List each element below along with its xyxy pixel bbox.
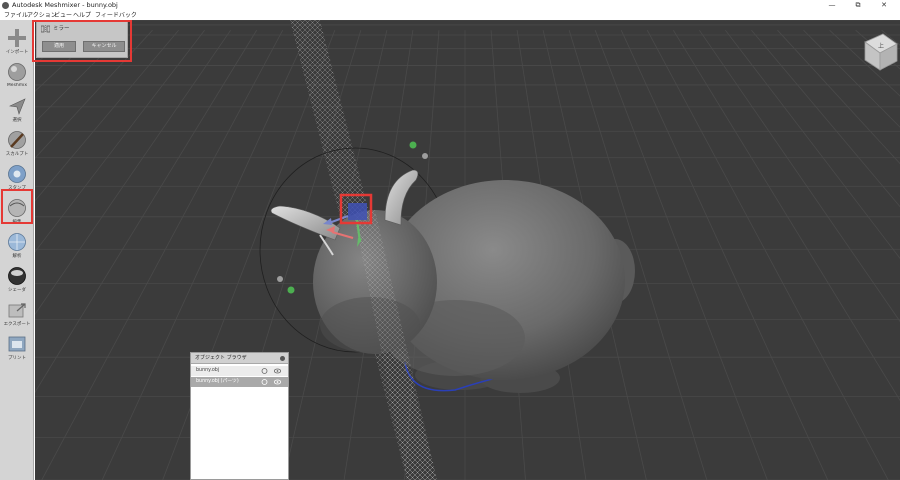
mirror-title: ミラー [53, 26, 70, 32]
sculpt-brush-icon [8, 131, 26, 149]
object-name: bunny.obj [196, 368, 220, 373]
tool-stamp[interactable]: スタンプ [1, 162, 33, 198]
object-browser-header: オブジェクト ブラウザ [191, 353, 288, 364]
tool-export[interactable]: エクスポート [1, 298, 33, 334]
window-title: Autodesk Meshmixer - bunny.obj [12, 1, 118, 9]
left-toolbar: インポート Meshmix 選択 スカルプト スタンプ 編集 解析 シェーダ エ… [0, 20, 34, 480]
tool-print-label: プリント [8, 356, 26, 361]
object-browser-title: オブジェクト ブラウザ [195, 355, 247, 361]
gizmo-handle-green-left[interactable] [287, 286, 295, 294]
tool-analysis[interactable]: 解析 [1, 230, 33, 266]
edit-sphere-icon [8, 199, 26, 217]
menu-actions[interactable]: アクション [27, 11, 57, 20]
tool-sculpt[interactable]: スカルプト [1, 128, 33, 164]
meshmix-sphere-icon [8, 63, 26, 81]
menu-help[interactable]: ヘルプ [73, 11, 91, 20]
print-icon [8, 336, 26, 352]
select-arrow-icon [8, 98, 26, 115]
object-row-bunny-part[interactable]: bunny.obj (パーツ) [191, 377, 288, 387]
menu-file[interactable]: ファイル [4, 11, 28, 20]
object-name: bunny.obj (パーツ) [196, 379, 239, 384]
tool-import-label: インポート [5, 50, 29, 55]
viewport-canvas[interactable]: 上 [35, 20, 900, 480]
plus-icon [8, 29, 26, 47]
mirror-icon [41, 25, 50, 33]
maximize-button[interactable]: ⧉ [846, 0, 870, 11]
analysis-sphere-icon [8, 233, 26, 251]
export-icon [8, 303, 26, 318]
3d-viewport[interactable]: 上 [35, 20, 900, 480]
apply-button[interactable]: 適用 [42, 41, 76, 52]
stamp-icon [8, 165, 26, 183]
tool-shader-label: シェーダ [8, 288, 26, 293]
cancel-button[interactable]: キャンセル [83, 41, 125, 52]
tool-import[interactable]: インポート [1, 26, 33, 62]
eye-icon[interactable] [274, 379, 281, 385]
menu-bar: ファイル アクション ビュー ヘルプ フィードバック [0, 11, 900, 20]
tool-meshmix-label: Meshmix [6, 83, 28, 88]
visibility-toggle-icon[interactable] [261, 368, 268, 374]
object-row-bunny[interactable]: bunny.obj [191, 366, 288, 376]
tool-sculpt-label: スカルプト [5, 152, 29, 157]
tool-edit[interactable]: 編集 [1, 196, 33, 232]
eye-icon[interactable] [274, 368, 281, 374]
visibility-toggle-icon[interactable] [261, 379, 268, 385]
minimize-button[interactable]: — [820, 0, 844, 11]
object-browser: オブジェクト ブラウザ bunny.obj bunny.obj (パーツ) [190, 352, 289, 480]
tool-analysis-label: 解析 [12, 254, 22, 259]
shader-sphere-icon [8, 267, 26, 285]
tool-select[interactable]: 選択 [1, 94, 33, 130]
view-cube-label: 上 [878, 42, 884, 50]
menu-view[interactable]: ビュー [54, 11, 72, 20]
tool-stamp-label: スタンプ [8, 186, 26, 191]
gizmo-handle-grey-top[interactable] [422, 153, 428, 159]
mirror-panel: ミラー 適用 キャンセル [36, 21, 128, 58]
gizmo-handle-grey-left[interactable] [277, 276, 283, 282]
meshmixer-app-icon [2, 2, 9, 9]
tool-print[interactable]: プリント [1, 332, 33, 368]
tool-meshmix[interactable]: Meshmix [1, 60, 33, 96]
tool-edit-label: 編集 [12, 220, 22, 225]
tool-export-label: エクスポート [3, 322, 31, 327]
title-bar: Autodesk Meshmixer - bunny.obj — ⧉ ✕ [0, 0, 900, 11]
tool-shader[interactable]: シェーダ [1, 264, 33, 300]
tool-select-label: 選択 [12, 118, 22, 123]
gizmo-handle-green-top[interactable] [409, 141, 417, 149]
menu-feedback[interactable]: フィードバック [95, 11, 137, 20]
close-button[interactable]: ✕ [872, 0, 896, 11]
close-icon[interactable] [280, 356, 285, 361]
gizmo-plane-handle[interactable] [348, 203, 367, 220]
